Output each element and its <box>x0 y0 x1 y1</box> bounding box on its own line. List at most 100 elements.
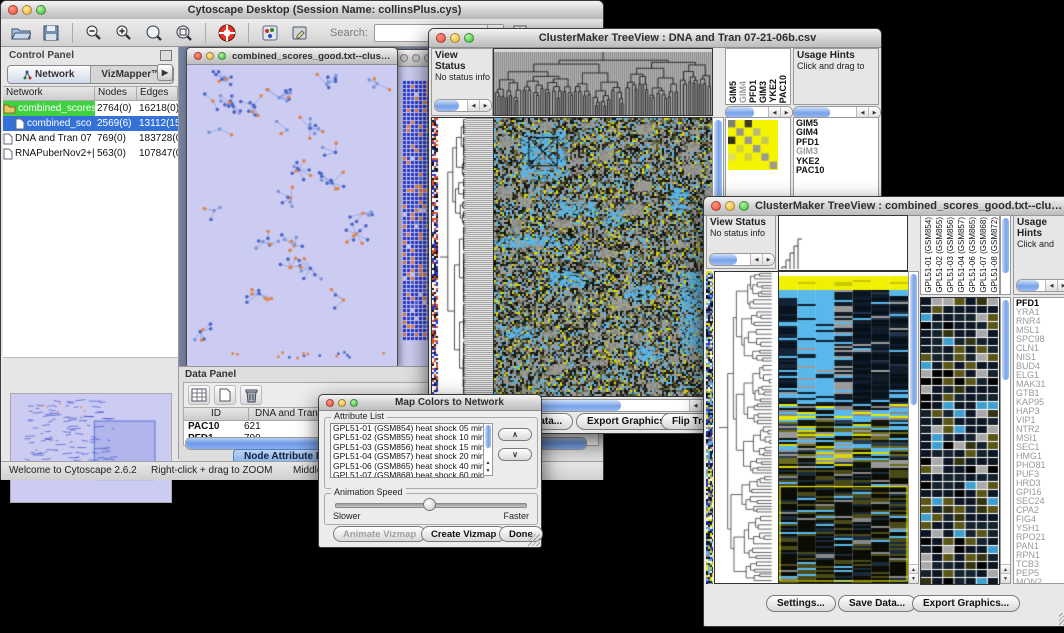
window-controls[interactable] <box>8 5 46 15</box>
window-controls[interactable] <box>326 399 358 407</box>
resize-grip[interactable] <box>1059 613 1064 625</box>
view-status-scrollbar[interactable]: ◀▶ <box>434 99 492 112</box>
column-label[interactable]: PFD1 <box>748 80 758 103</box>
row-dendrogram[interactable] <box>431 117 494 397</box>
network-row[interactable]: combined_sco 2569(6) 13112(15) <box>3 116 178 131</box>
settings-button[interactable]: Settings... <box>766 595 836 612</box>
close-icon[interactable] <box>8 5 18 15</box>
column-label[interactable]: GPL51-04 (GSM857) <box>956 217 967 293</box>
column-label[interactable]: GPL51-03 (GSM856) <box>945 217 956 293</box>
attribute-list[interactable]: GPL51-01 (GSM854) heat shock 05 minGPL51… <box>330 423 484 478</box>
new-attribute-icon[interactable] <box>214 385 236 405</box>
scroll-down-icon[interactable]: ▼ <box>1001 573 1010 583</box>
zoom-fit-icon[interactable] <box>142 22 166 44</box>
row-label[interactable]: PAC10 <box>796 166 876 175</box>
zoom-window-icon[interactable] <box>350 399 358 407</box>
minimize-icon[interactable] <box>22 5 32 15</box>
attribute-item[interactable]: GPL51-07 (GSM868) heat shock 60 min <box>331 471 483 478</box>
network-row[interactable]: DNA and Tran 07 769(0) 183728(0) <box>3 131 178 146</box>
correlation-heatmap[interactable] <box>493 117 713 397</box>
save-icon[interactable] <box>39 22 63 44</box>
zoom-in-icon[interactable] <box>112 22 136 44</box>
column-label[interactable]: GIM5 <box>728 81 738 103</box>
zoom-selected-icon[interactable] <box>172 22 196 44</box>
close-icon[interactable] <box>194 52 202 60</box>
move-up-button[interactable]: ∧ <box>498 428 532 441</box>
column-label[interactable]: GIM4 <box>738 81 748 103</box>
open-file-icon[interactable] <box>9 22 33 44</box>
scroll-left-icon[interactable]: ◀ <box>467 100 479 111</box>
zoom-vscrollbar[interactable]: ▲▼ <box>1000 297 1011 584</box>
row-label[interactable]: MON2 <box>1016 578 1064 584</box>
column-label[interactable]: GPL51-01 (GSM854) <box>923 217 934 293</box>
treeview1-titlebar[interactable]: ClusterMaker TreeView : DNA and Tran 07-… <box>429 29 881 48</box>
save-data-button[interactable]: Save Data... <box>838 595 916 612</box>
scroll-down-icon[interactable]: ▼ <box>909 573 918 583</box>
delete-attribute-icon[interactable] <box>240 385 262 405</box>
birdseye-view[interactable] <box>10 393 172 503</box>
id-column-header[interactable]: ID <box>184 408 249 420</box>
scroll-right-icon[interactable]: ▶ <box>762 254 774 265</box>
window-controls[interactable] <box>194 52 226 60</box>
zoom-window-icon[interactable] <box>464 33 474 43</box>
network-row[interactable]: combined_scores 2764(0) 16218(0) <box>3 101 178 116</box>
column-dendrogram[interactable] <box>778 215 908 271</box>
close-icon[interactable] <box>711 201 721 211</box>
zoom-window-icon[interactable] <box>218 52 226 60</box>
speed-slider-thumb[interactable] <box>423 498 436 511</box>
window-controls[interactable] <box>711 201 749 211</box>
column-label[interactable]: GPL51-06 (GSM865) <box>967 217 978 293</box>
column-label[interactable]: GPL51-07 (GSM868) <box>978 217 989 293</box>
zoom-heatmap[interactable] <box>920 297 1000 585</box>
col-header-nodes[interactable]: Nodes <box>95 87 137 100</box>
col-header-edges[interactable]: Edges <box>137 87 178 100</box>
column-label[interactable]: GPL51-08 (GSM872) <box>989 217 1000 293</box>
row-dendrogram[interactable] <box>714 271 779 584</box>
zoom-heatmap[interactable] <box>728 120 778 170</box>
column-label[interactable]: GPL51-02 (GSM855) <box>934 217 945 293</box>
column-label[interactable]: YKE2 <box>768 79 778 103</box>
zoom-out-icon[interactable] <box>82 22 106 44</box>
export-graphics-button[interactable]: Export Graphics... <box>912 595 1020 612</box>
create-vizmap-button[interactable]: Create Vizmap <box>421 526 506 542</box>
column-label[interactable]: PAC10 <box>778 75 788 103</box>
expression-heatmap[interactable] <box>778 271 909 584</box>
network-window-scatter[interactable]: combined_scores_good.txt--cluste... <box>186 47 398 367</box>
scroll-down-icon[interactable]: ▼ <box>484 467 492 475</box>
float-panel-icon[interactable] <box>160 50 172 61</box>
resize-grip[interactable] <box>528 534 540 546</box>
minimize-icon[interactable] <box>450 33 460 43</box>
zoom-window-icon[interactable] <box>36 5 46 15</box>
scroll-up-icon[interactable]: ▲ <box>484 459 492 467</box>
minimize-icon[interactable] <box>725 201 735 211</box>
scroll-left-icon[interactable]: ◀ <box>1045 280 1057 291</box>
more-tabs-button[interactable]: ▶ <box>157 64 173 81</box>
usage-hints-scrollbar[interactable]: ◀▶ <box>1016 279 1064 292</box>
scatter-window-titlebar[interactable]: combined_scores_good.txt--cluste... <box>187 48 397 65</box>
vizmapper-icon[interactable] <box>258 22 282 44</box>
attribute-table-icon[interactable] <box>188 385 210 405</box>
control-panel-tab[interactable]: Network <box>8 66 91 83</box>
minimize-icon[interactable] <box>206 52 214 60</box>
attribute-list-scrollbar[interactable]: ▲▼ <box>483 423 493 476</box>
heatmap-vscrollbar[interactable]: ▲▼ <box>908 271 919 584</box>
close-icon[interactable] <box>400 54 408 62</box>
minimize-icon[interactable] <box>338 399 346 407</box>
column-dendrogram[interactable] <box>493 48 713 116</box>
scroll-right-icon[interactable]: ▶ <box>1057 280 1064 291</box>
main-titlebar[interactable]: Cytoscape Desktop (Session Name: collins… <box>1 1 603 20</box>
scroll-left-icon[interactable]: ◀ <box>689 400 701 411</box>
annotation-icon[interactable] <box>288 22 312 44</box>
animate-vizmap-button[interactable]: Animate Vizmap <box>333 526 426 542</box>
treeview2-titlebar[interactable]: ClusterMaker TreeView : combined_scores_… <box>704 197 1064 216</box>
close-icon[interactable] <box>326 399 334 407</box>
network-row[interactable]: RNAPuberNov2+| 563(0) 107847(0) <box>3 146 178 161</box>
global-overview-strip[interactable] <box>706 271 713 584</box>
network-view-scatter[interactable] <box>187 65 395 365</box>
move-down-button[interactable]: ∨ <box>498 448 532 461</box>
column-labels-vscrollbar[interactable] <box>1000 215 1011 295</box>
help-lifering-icon[interactable] <box>215 22 239 44</box>
view-status-scrollbar[interactable]: ◀▶ <box>709 253 775 266</box>
window-controls[interactable] <box>436 33 474 43</box>
minimize-icon[interactable] <box>412 54 420 62</box>
